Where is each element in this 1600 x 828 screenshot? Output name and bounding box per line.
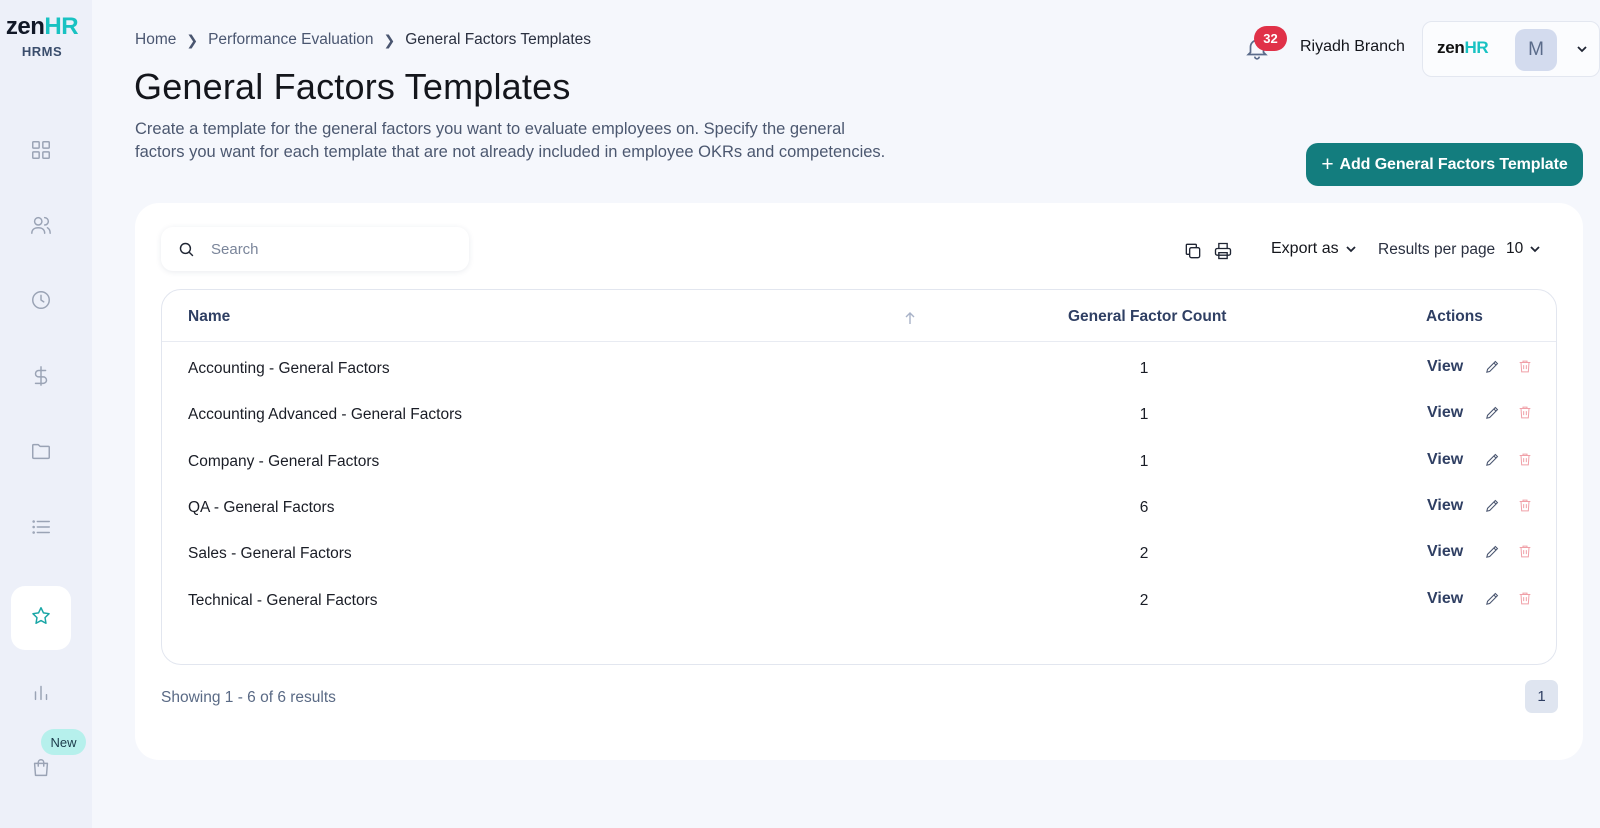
pagination-page-1[interactable]: 1 bbox=[1525, 680, 1558, 713]
account-menu[interactable]: zenHR M bbox=[1422, 21, 1600, 77]
sidebar: zenHR HRMS New bbox=[0, 0, 92, 828]
template-name: Sales - General Factors bbox=[188, 545, 352, 563]
sort-arrow-up-icon[interactable] bbox=[904, 311, 916, 330]
general-factor-count: 1 bbox=[1139, 452, 1149, 470]
edit-icon[interactable] bbox=[1484, 358, 1501, 380]
breadcrumb-current: General Factors Templates bbox=[405, 31, 592, 48]
results-per-page-select[interactable]: 10 bbox=[1506, 240, 1541, 258]
edit-icon[interactable] bbox=[1484, 543, 1501, 565]
results-per-page-value: 10 bbox=[1506, 240, 1524, 257]
chevron-down-icon[interactable] bbox=[1576, 42, 1588, 60]
table-row: Sales - General Factors 2 View bbox=[162, 530, 1556, 577]
new-badge: New bbox=[41, 729, 86, 755]
copy-icon[interactable] bbox=[1183, 241, 1203, 261]
add-template-label: Add General Factors Template bbox=[1339, 155, 1568, 173]
templates-table: Name General Factor Count Actions Accoun… bbox=[161, 289, 1557, 665]
template-name: Accounting Advanced - General Factors bbox=[188, 406, 462, 424]
dashboard-icon bbox=[30, 139, 52, 166]
general-factor-count: 6 bbox=[1139, 498, 1149, 516]
template-name: QA - General Factors bbox=[188, 498, 335, 516]
delete-icon[interactable] bbox=[1517, 497, 1533, 519]
sidebar-item-payroll[interactable] bbox=[11, 346, 71, 410]
sidebar-item-people[interactable] bbox=[11, 195, 71, 259]
delete-icon[interactable] bbox=[1517, 543, 1533, 565]
delete-icon[interactable] bbox=[1517, 451, 1533, 473]
template-name: Technical - General Factors bbox=[188, 591, 378, 609]
sidebar-item-dashboard[interactable] bbox=[11, 120, 71, 184]
results-summary: Showing 1 - 6 of 6 results bbox=[161, 689, 336, 706]
column-header-count[interactable]: General Factor Count bbox=[1068, 308, 1226, 326]
bar-chart-icon bbox=[30, 681, 52, 708]
logo-text: zenHR bbox=[5, 13, 79, 40]
table-header: Name General Factor Count Actions bbox=[162, 290, 1556, 342]
edit-icon[interactable] bbox=[1484, 404, 1501, 426]
general-factor-count: 1 bbox=[1139, 360, 1149, 377]
table-row: QA - General Factors 6 View bbox=[162, 484, 1556, 531]
logo-subtitle: HRMS bbox=[21, 44, 63, 59]
breadcrumb-section[interactable]: Performance Evaluation bbox=[208, 31, 373, 49]
sidebar-item-performance[interactable] bbox=[11, 586, 71, 650]
sidebar-item-documents[interactable] bbox=[11, 421, 71, 485]
people-icon bbox=[30, 214, 52, 241]
company-logo: zenHR bbox=[1437, 38, 1489, 57]
sidebar-item-attendance[interactable] bbox=[11, 270, 71, 334]
delete-icon[interactable] bbox=[1517, 404, 1533, 426]
delete-icon[interactable] bbox=[1517, 590, 1533, 612]
column-header-name[interactable]: Name bbox=[188, 308, 230, 326]
view-link[interactable]: View bbox=[1427, 590, 1463, 608]
shopping-bag-icon bbox=[30, 757, 52, 784]
clock-icon bbox=[30, 289, 52, 316]
general-factor-count: 1 bbox=[1139, 406, 1149, 424]
dollar-icon bbox=[30, 365, 52, 392]
chevron-right-icon: ❯ bbox=[186, 31, 199, 48]
templates-card: Export as Results per page 10 Name Gener… bbox=[135, 203, 1583, 760]
view-link[interactable]: View bbox=[1427, 497, 1463, 515]
table-row: Accounting - General Factors 1 View bbox=[162, 345, 1556, 392]
breadcrumb: Home ❯ Performance Evaluation ❯ General … bbox=[135, 31, 591, 49]
table-row: Technical - General Factors 2 View bbox=[162, 577, 1556, 624]
add-template-button[interactable]: + Add General Factors Template bbox=[1306, 143, 1583, 186]
notification-count-badge: 32 bbox=[1254, 26, 1287, 51]
results-per-page-label: Results per page bbox=[1378, 241, 1496, 258]
chevron-down-icon bbox=[1523, 243, 1541, 255]
chevron-down-icon bbox=[1339, 243, 1357, 255]
search-input[interactable] bbox=[211, 237, 451, 261]
list-icon bbox=[30, 516, 52, 543]
view-link[interactable]: View bbox=[1427, 543, 1463, 561]
export-label: Export as bbox=[1271, 240, 1339, 257]
star-icon bbox=[30, 605, 52, 632]
bell-icon bbox=[1244, 39, 1270, 66]
avatar[interactable]: M bbox=[1515, 29, 1557, 71]
edit-icon[interactable] bbox=[1484, 497, 1501, 519]
branch-name[interactable]: Riyadh Branch bbox=[1300, 38, 1405, 56]
export-dropdown[interactable]: Export as bbox=[1271, 240, 1357, 258]
general-factor-count: 2 bbox=[1139, 545, 1149, 563]
folder-icon bbox=[30, 440, 52, 467]
search-box bbox=[161, 227, 469, 271]
breadcrumb-home[interactable]: Home bbox=[135, 31, 176, 49]
brand-logo[interactable]: zenHR HRMS bbox=[0, 13, 84, 60]
column-header-actions: Actions bbox=[1426, 308, 1483, 325]
table-row: Accounting Advanced - General Factors 1 Vi… bbox=[162, 391, 1556, 438]
general-factor-count: 2 bbox=[1139, 591, 1149, 609]
table-row: Company - General Factors 1 View bbox=[162, 438, 1556, 485]
sidebar-item-requests[interactable] bbox=[11, 497, 71, 561]
print-icon[interactable] bbox=[1213, 241, 1233, 261]
view-link[interactable]: View bbox=[1427, 451, 1463, 469]
chevron-right-icon: ❯ bbox=[383, 31, 396, 48]
page-title: General Factors Templates bbox=[134, 66, 571, 107]
template-name: Company - General Factors bbox=[188, 452, 380, 470]
page-description: Create a template for the general factor… bbox=[135, 120, 886, 161]
plus-icon: + bbox=[1321, 153, 1334, 176]
edit-icon[interactable] bbox=[1484, 451, 1501, 473]
view-link[interactable]: View bbox=[1427, 358, 1463, 376]
view-link[interactable]: View bbox=[1427, 404, 1463, 422]
sidebar-item-reports[interactable] bbox=[11, 662, 71, 726]
edit-icon[interactable] bbox=[1484, 590, 1501, 612]
template-name: Accounting - General Factors bbox=[188, 360, 390, 377]
delete-icon[interactable] bbox=[1517, 358, 1533, 380]
